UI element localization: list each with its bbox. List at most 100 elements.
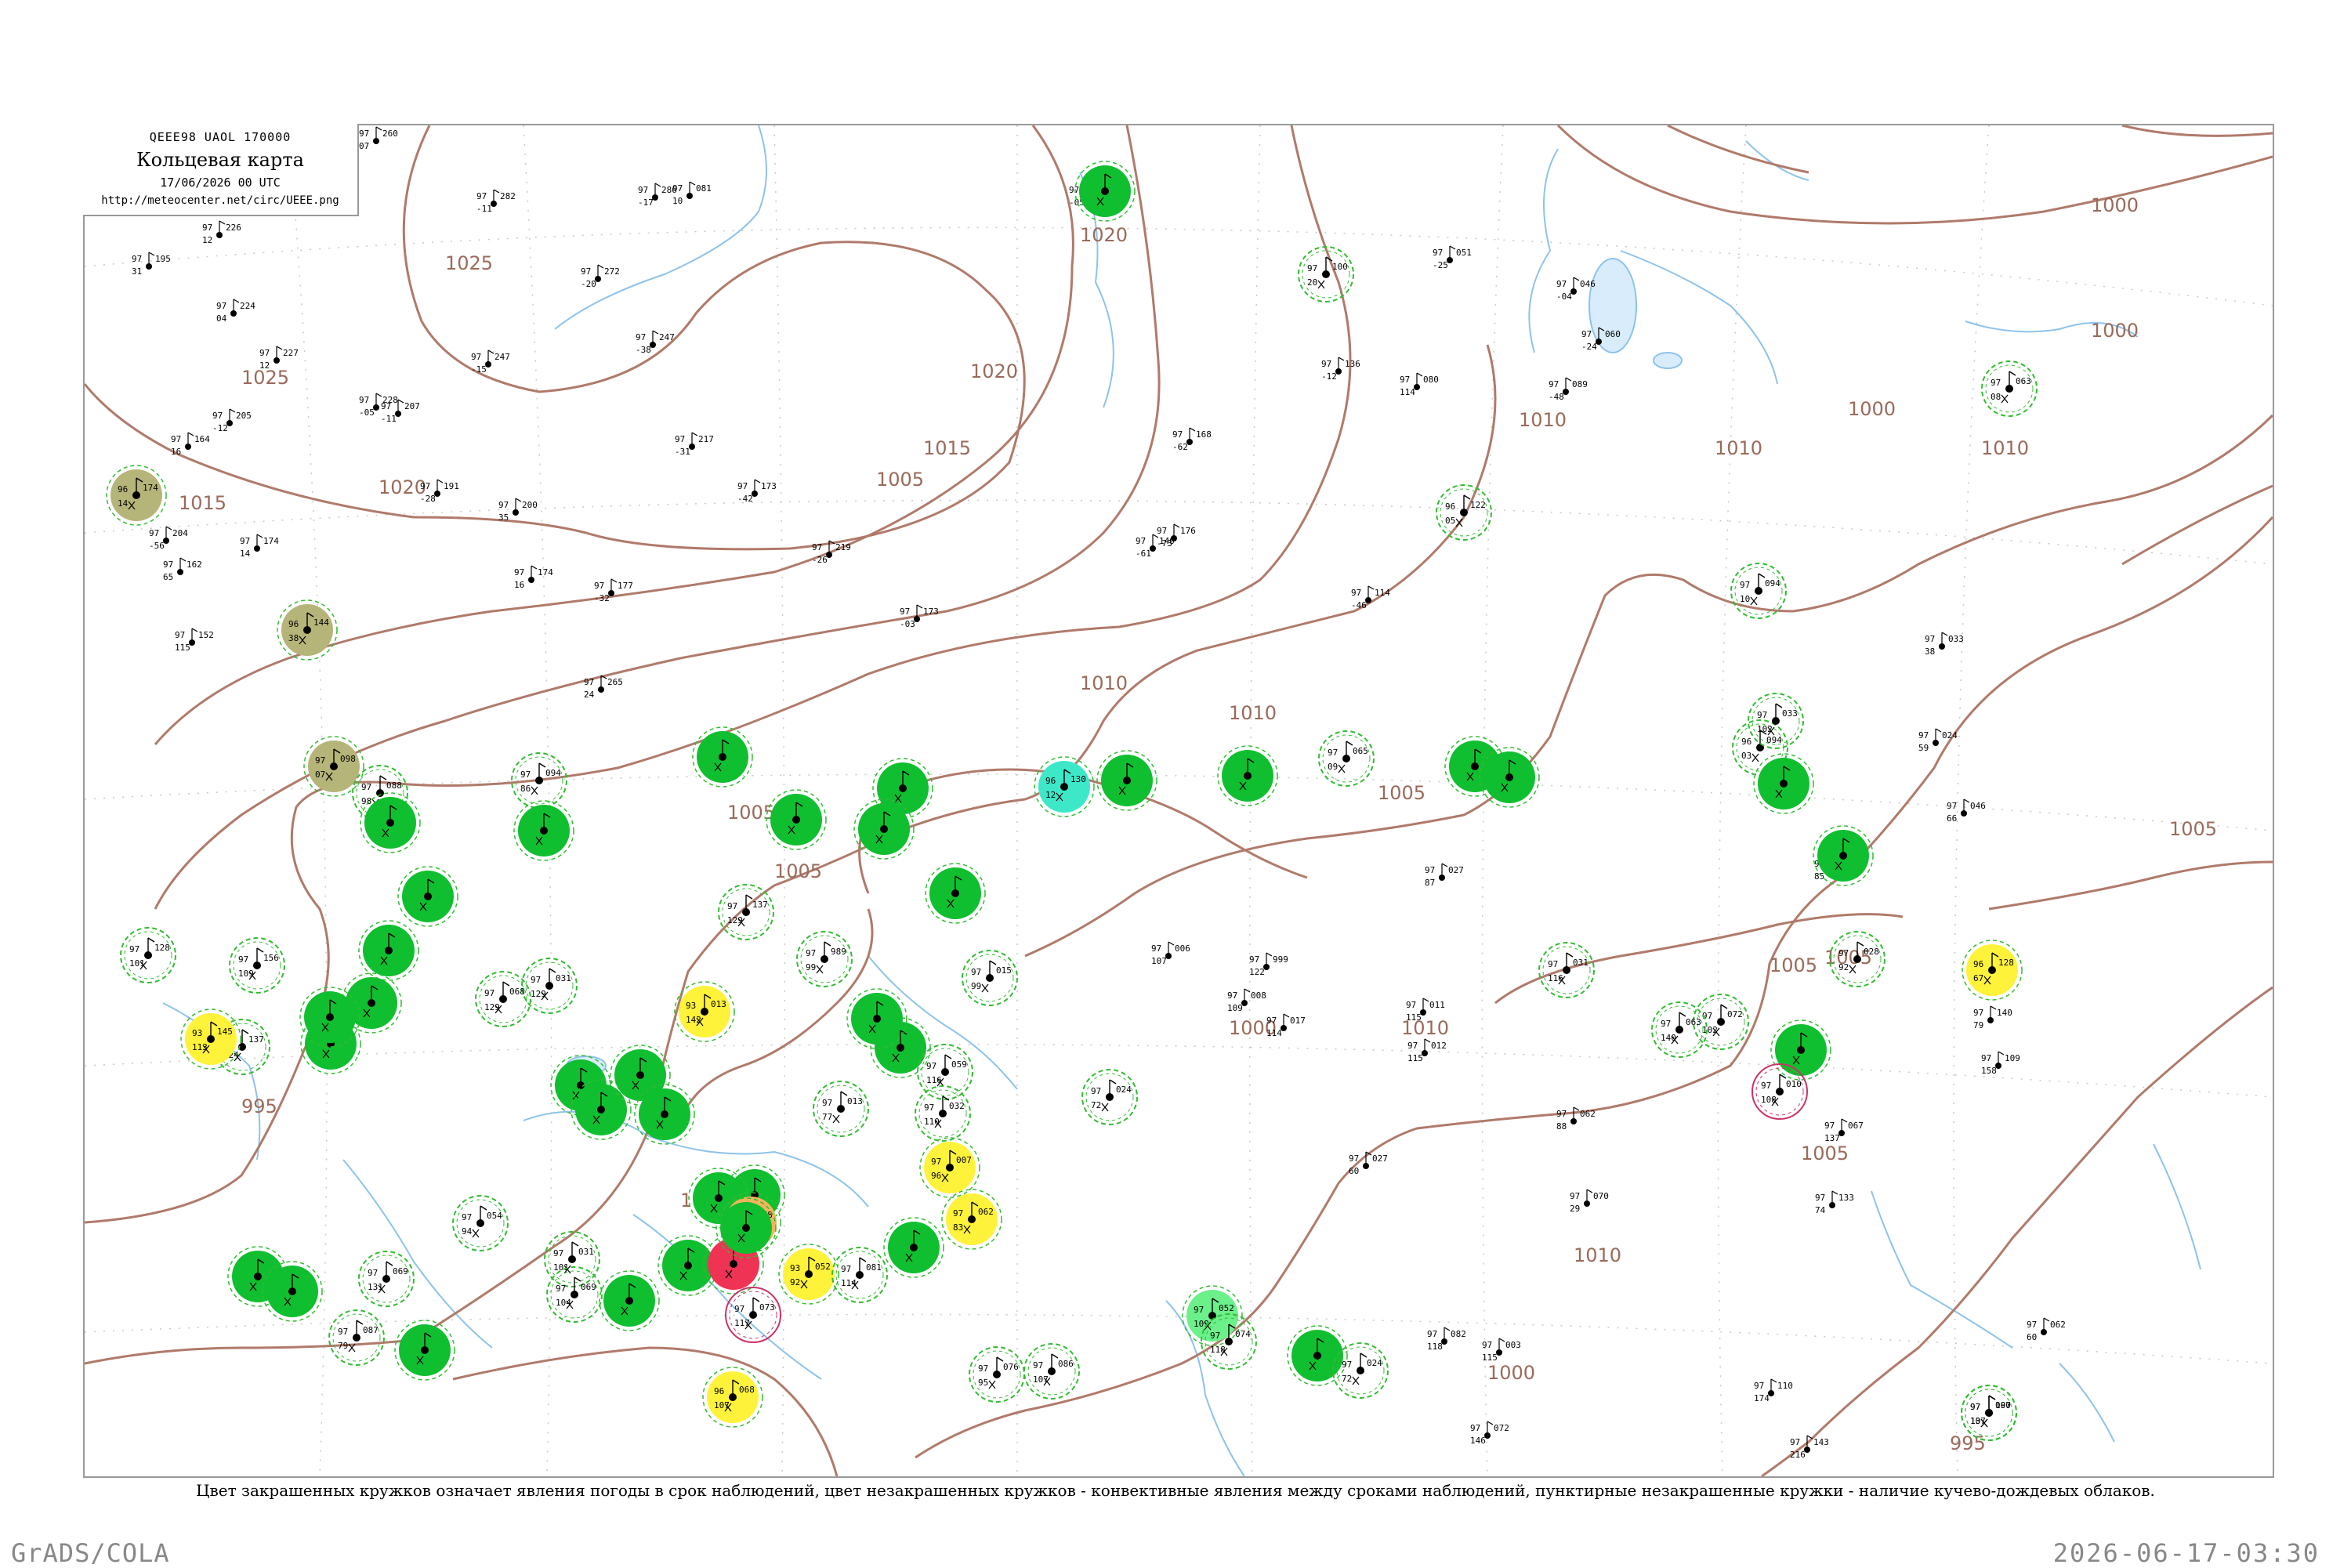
- station-dewpoint: 102: [1757, 724, 1773, 734]
- station-dewpoint: 122: [1249, 967, 1265, 977]
- station-dewpoint: 66: [1947, 813, 1957, 824]
- river-line: [342, 1159, 493, 1349]
- isobar-label: 1015: [179, 492, 226, 514]
- plain-station: 110 97 174: [1754, 1378, 1793, 1403]
- station-marker: 015 97 99: [962, 950, 1018, 1006]
- station-dewpoint: 92: [1838, 962, 1849, 972]
- station-pressure: 073: [759, 1302, 775, 1313]
- plain-station: 051 97 -25: [1433, 245, 1472, 270]
- station-dewpoint: 107: [1151, 956, 1167, 966]
- station-pressure: 177: [618, 581, 633, 591]
- station-dewpoint: 38: [1925, 646, 1935, 657]
- isobar-label: 1020: [1080, 224, 1128, 246]
- station-marker: 144 96 38: [277, 599, 338, 661]
- station-dewpoint: 92: [790, 1277, 800, 1287]
- map-header: QEEE98 UAOL 170000 Кольцевая карта 17/06…: [83, 124, 359, 216]
- station-temp: 97: [1973, 1008, 1983, 1018]
- station-marker: 094 97 86: [511, 752, 567, 809]
- isobar-line: [1988, 860, 2273, 911]
- station-dewpoint: -26: [812, 555, 828, 565]
- station-temp: 97: [259, 348, 270, 358]
- station-temp: 97: [381, 401, 391, 411]
- station-dewpoint: 29: [1570, 1204, 1580, 1214]
- station-pressure: 062: [1580, 1109, 1596, 1119]
- station-pressure: 205: [236, 411, 252, 421]
- station-pressure: 136: [1345, 359, 1360, 369]
- isobar-labels: 1025102510201020102010151015101010101010…: [179, 194, 2217, 1454]
- station-temp: 97: [1351, 588, 1361, 598]
- plain-station: 033 97 38: [1925, 632, 1964, 657]
- station-temp: 97: [727, 901, 737, 911]
- station-pressure: 110: [1777, 1381, 1793, 1391]
- station-pressure: 072: [1494, 1423, 1509, 1433]
- station-temp: 97: [1570, 1191, 1580, 1201]
- station-dewpoint: -03: [900, 619, 915, 629]
- station-pressure: 191: [444, 481, 459, 491]
- station-dewpoint: 118: [1427, 1342, 1443, 1352]
- isobar-label: 1000: [2091, 194, 2139, 216]
- station-dewpoint: -32: [594, 593, 610, 603]
- station-pressure: 145: [217, 1027, 233, 1037]
- isobar-line: [2121, 484, 2273, 566]
- station-temp: 97: [1400, 375, 1410, 385]
- station-pressure: 207: [404, 401, 420, 411]
- isobar-label: 1005: [2169, 818, 2217, 840]
- station-temp: 97: [1069, 185, 1079, 195]
- station-temp: 97: [238, 954, 248, 965]
- station-dewpoint: 137: [1824, 1133, 1840, 1143]
- station-pressure: 137: [752, 900, 768, 910]
- station-dewpoint: 101: [129, 958, 145, 969]
- station-dewpoint: 67: [1973, 973, 1983, 983]
- station-pressure: 012: [1431, 1041, 1447, 1051]
- map-caption: Цвет закрашенных кружков означает явлени…: [196, 1481, 2155, 1500]
- station-marker: 069 97 104: [546, 1266, 603, 1323]
- station-marker: [360, 792, 421, 853]
- station-dewpoint: 10: [672, 196, 683, 206]
- station-temp: 93: [790, 1263, 800, 1273]
- station-pressure: 247: [659, 332, 675, 342]
- station-marker: [599, 1270, 660, 1331]
- plain-station: 174 97 16: [514, 565, 553, 590]
- station-pressure: 015: [996, 965, 1012, 976]
- station-temp: 97: [1925, 634, 1935, 644]
- header-url[interactable]: http://meteocenter.net/circ/UEEE.png: [83, 194, 357, 207]
- station-temp: 97: [1328, 748, 1338, 758]
- station-temp: 97: [1981, 1053, 1991, 1063]
- station-temp: 97: [675, 434, 685, 444]
- station-pressure: 086: [1058, 1359, 1074, 1369]
- station-dewpoint: 59: [1918, 743, 1929, 753]
- plain-station: 136 97 -12: [1321, 357, 1360, 382]
- station-marker: [883, 1217, 944, 1278]
- station-dewpoint: 24: [584, 690, 595, 700]
- station-pressure: 143: [1813, 1437, 1829, 1447]
- station-marker: 989 97 99: [796, 931, 853, 987]
- station-temp: 97: [1548, 959, 1558, 969]
- isobar-line: [154, 125, 1161, 910]
- station-pressure: 080: [1423, 375, 1439, 385]
- station-dewpoint: 115: [1406, 1012, 1422, 1023]
- plain-station: 226 97 12: [202, 220, 241, 245]
- station-temp: 97: [498, 500, 509, 510]
- plain-station: 162 97 65: [163, 557, 202, 582]
- station-temp: 97: [462, 1212, 472, 1222]
- station-temp: 97: [175, 630, 185, 640]
- station-temp: 97: [1194, 1305, 1204, 1315]
- station-temp: 97: [1406, 1000, 1416, 1010]
- station-marker: 054 97 94: [452, 1195, 509, 1251]
- station-pressure: 087: [363, 1325, 379, 1335]
- station-pressure: 072: [1727, 1009, 1743, 1019]
- station-pressure: 069: [581, 1282, 596, 1292]
- station-pressure: 999: [1273, 954, 1288, 965]
- station-dewpoint: 10: [1740, 594, 1750, 604]
- station-pressure: 013: [847, 1096, 863, 1106]
- station-temp: 97: [129, 944, 139, 954]
- plain-station: 133 97 74: [1815, 1190, 1854, 1215]
- station-pressure: 010: [1786, 1079, 1802, 1089]
- station-pressure: 174: [538, 567, 553, 578]
- station-temp: 97: [1249, 954, 1259, 965]
- station-temp: 97: [1661, 1019, 1671, 1029]
- station-dewpoint: 216: [1790, 1450, 1806, 1460]
- station-marker: 100 97 20: [1298, 246, 1354, 302]
- station-marker: [634, 1084, 695, 1145]
- plain-station: 072 97 146: [1470, 1421, 1509, 1446]
